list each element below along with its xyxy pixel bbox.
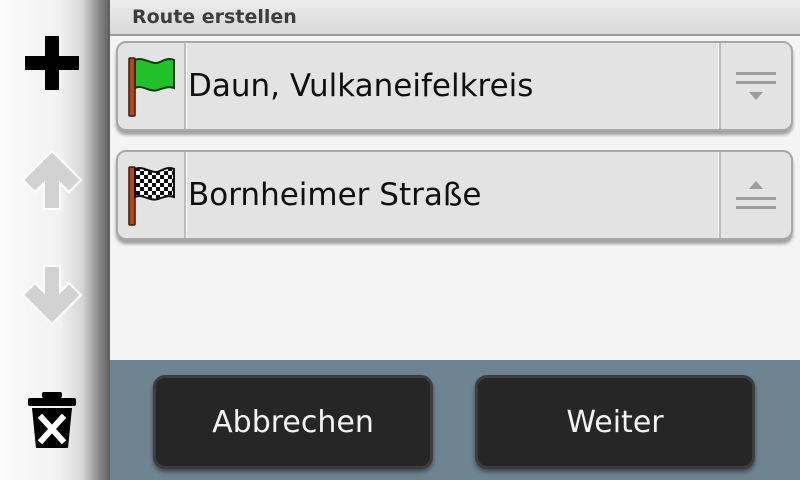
- page-header: Route erstellen: [110, 0, 800, 36]
- next-button[interactable]: Weiter: [475, 375, 755, 469]
- route-stop-label: Bornheimer Straße: [188, 177, 482, 213]
- route-stop-label: Daun, Vulkaneifelkreis: [188, 68, 534, 104]
- reorder-handle-up[interactable]: [719, 152, 791, 238]
- move-up-handle-icon: [736, 181, 776, 209]
- route-stop-destination[interactable]: Bornheimer Straße: [116, 150, 793, 240]
- plus-icon: [25, 36, 79, 90]
- arrow-up-icon: [21, 149, 83, 210]
- move-up-button[interactable]: [0, 125, 110, 235]
- page-title: Route erstellen: [132, 6, 297, 28]
- cancel-button[interactable]: Abbrechen: [153, 375, 433, 469]
- start-flag-cell: [118, 43, 186, 129]
- destination-flag-cell: [118, 152, 186, 238]
- reorder-handle-down[interactable]: [719, 43, 791, 129]
- delete-stop-button[interactable]: [0, 365, 110, 475]
- route-stop-start[interactable]: Daun, Vulkaneifelkreis: [116, 41, 793, 131]
- bottom-action-bar: Abbrechen Weiter: [110, 360, 800, 480]
- arrow-down-icon: [21, 265, 83, 326]
- checkered-flag-icon: [128, 166, 175, 226]
- move-down-handle-icon: [736, 72, 776, 100]
- green-flag-icon: [128, 57, 175, 117]
- left-toolbar: [0, 0, 110, 480]
- trash-icon: [28, 392, 76, 448]
- add-stop-button[interactable]: [0, 8, 110, 118]
- move-down-button[interactable]: [0, 240, 110, 350]
